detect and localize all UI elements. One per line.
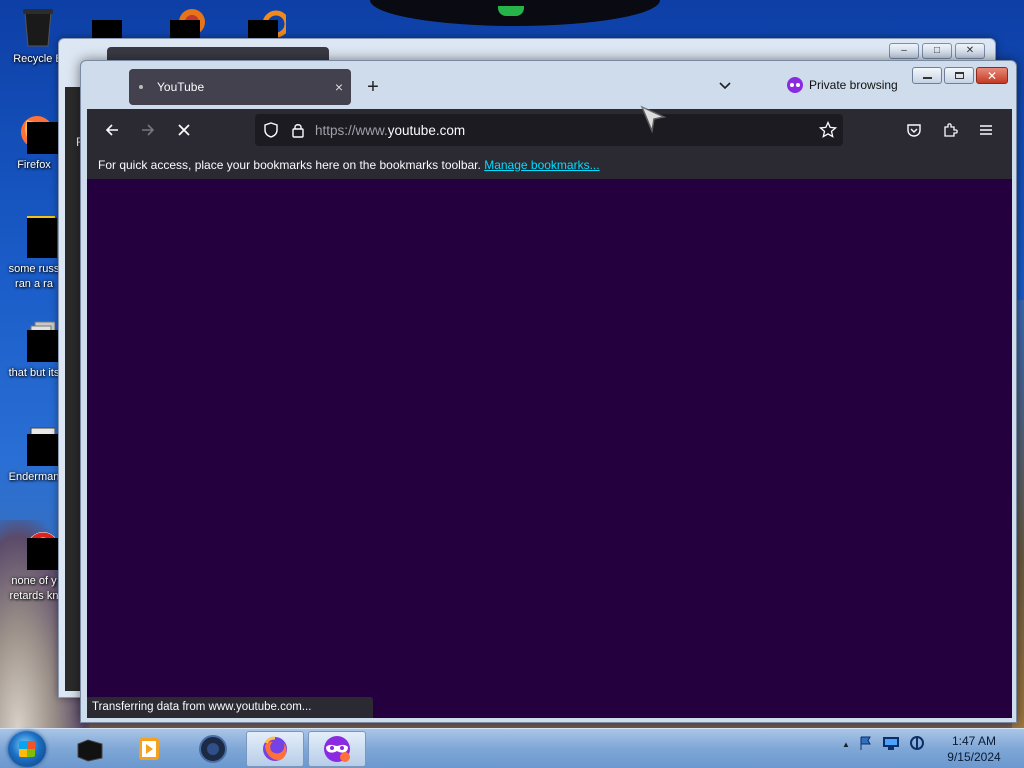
arrow-right-icon bbox=[142, 124, 155, 136]
desktop-icon-top-3[interactable] bbox=[248, 8, 290, 38]
close-icon[interactable]: ✕ bbox=[955, 43, 985, 59]
star-icon bbox=[818, 120, 838, 138]
system-tray: ▲ bbox=[842, 735, 926, 754]
show-hidden-icons-button[interactable]: ▲ bbox=[842, 740, 850, 749]
background-window-controls: – □ ✕ bbox=[889, 43, 985, 59]
taskbar-clock[interactable]: 1:47 AM 9/15/2024 bbox=[940, 733, 1008, 765]
pocket-button[interactable] bbox=[901, 118, 927, 142]
top-dock-notch bbox=[370, 0, 660, 26]
tab-title: YouTube bbox=[157, 80, 205, 94]
windows-logo-icon bbox=[19, 741, 35, 757]
text-file-icon bbox=[13, 424, 59, 466]
close-icon: ✕ bbox=[986, 68, 998, 83]
tab-favicon-icon bbox=[139, 85, 143, 89]
navigation-toolbar: https://www.youtube.com bbox=[87, 109, 1012, 151]
taskbar: ▲ 1:47 AM 9/15/2024 bbox=[0, 728, 1024, 768]
app-menu-button[interactable] bbox=[973, 118, 999, 142]
status-panel: Transferring data from www.youtube.com..… bbox=[87, 697, 373, 718]
taskbar-app-1[interactable] bbox=[60, 731, 118, 767]
private-browsing-icon bbox=[324, 736, 350, 762]
url-text[interactable]: https://www.youtube.com bbox=[315, 123, 465, 138]
url-host: youtube.com bbox=[387, 122, 466, 138]
list-all-tabs-button[interactable] bbox=[717, 77, 733, 93]
private-browsing-indicator: Private browsing bbox=[787, 77, 898, 93]
taskbar-firefox-private[interactable] bbox=[308, 731, 366, 767]
stop-loading-button[interactable] bbox=[171, 118, 197, 142]
black-box-app-icon bbox=[77, 739, 103, 762]
maximize-icon[interactable]: □ bbox=[922, 43, 952, 59]
new-tab-button[interactable]: + bbox=[361, 75, 385, 99]
mouse-cursor-icon bbox=[640, 105, 667, 133]
bookmarks-toolbar: For quick access, place your bookmarks h… bbox=[87, 151, 1012, 179]
media-player-icon bbox=[139, 738, 159, 760]
private-mask-icon bbox=[787, 77, 803, 93]
recycle-bin-icon bbox=[17, 6, 59, 48]
start-button[interactable] bbox=[8, 731, 46, 767]
tab-close-button[interactable]: × bbox=[327, 79, 351, 95]
manage-bookmarks-link[interactable]: Manage bookmarks... bbox=[484, 158, 599, 172]
minimize-button[interactable] bbox=[912, 67, 942, 84]
notch-indicator bbox=[498, 6, 524, 16]
stop-x-icon bbox=[178, 124, 190, 136]
close-window-button[interactable]: ✕ bbox=[976, 67, 1008, 84]
document-icon: e bbox=[13, 216, 59, 258]
desktop-icon-top-2[interactable] bbox=[170, 8, 208, 38]
puzzle-piece-icon bbox=[944, 123, 958, 137]
url-prefix: https://www. bbox=[315, 122, 388, 138]
bookmarks-toolbar-hint: For quick access, place your bookmarks h… bbox=[98, 158, 481, 172]
clock-date: 9/15/2024 bbox=[947, 750, 1001, 764]
firefox-icon bbox=[263, 736, 287, 761]
arrow-left-icon bbox=[105, 124, 118, 136]
stacked-windows-icon bbox=[13, 320, 59, 362]
extensions-button[interactable] bbox=[937, 118, 963, 142]
lock-icon bbox=[292, 124, 304, 138]
maximize-button[interactable] bbox=[944, 67, 974, 84]
network-icon[interactable] bbox=[882, 735, 900, 754]
taskbar-firefox[interactable] bbox=[246, 731, 304, 767]
tab-youtube[interactable]: YouTube × bbox=[129, 69, 351, 105]
opera-icon bbox=[13, 528, 59, 570]
chevron-down-icon bbox=[719, 82, 731, 90]
pocket-icon bbox=[907, 124, 921, 137]
bookmark-star-button[interactable] bbox=[818, 120, 838, 142]
page-content[interactable] bbox=[87, 179, 1012, 718]
background-window-edge bbox=[65, 87, 81, 691]
minimize-icon[interactable]: – bbox=[889, 43, 919, 59]
desktop-icon-top-1[interactable] bbox=[92, 8, 130, 38]
maximize-icon bbox=[954, 72, 964, 79]
volume-icon[interactable] bbox=[908, 735, 926, 754]
taskbar-media-player[interactable] bbox=[120, 731, 178, 767]
forward-button[interactable] bbox=[135, 118, 161, 142]
firefox-icon bbox=[13, 112, 59, 154]
tab-bar: YouTube × + Private browsing bbox=[87, 61, 1012, 109]
tracking-shield-icon bbox=[264, 122, 278, 138]
clock-time: 1:47 AM bbox=[951, 734, 997, 748]
back-button[interactable] bbox=[99, 118, 125, 142]
address-bar[interactable]: https://www.youtube.com bbox=[255, 114, 843, 146]
private-browsing-label: Private browsing bbox=[809, 78, 898, 92]
minimize-icon bbox=[922, 77, 932, 79]
action-center-flag-icon[interactable] bbox=[858, 735, 874, 754]
taskbar-app-3[interactable] bbox=[184, 731, 242, 767]
hamburger-menu-icon bbox=[980, 125, 992, 135]
firefox-window[interactable]: YouTube × + Private browsing ✕ https://w… bbox=[80, 60, 1017, 723]
window-controls: ✕ bbox=[912, 67, 1008, 84]
globe-app-icon bbox=[199, 735, 227, 763]
